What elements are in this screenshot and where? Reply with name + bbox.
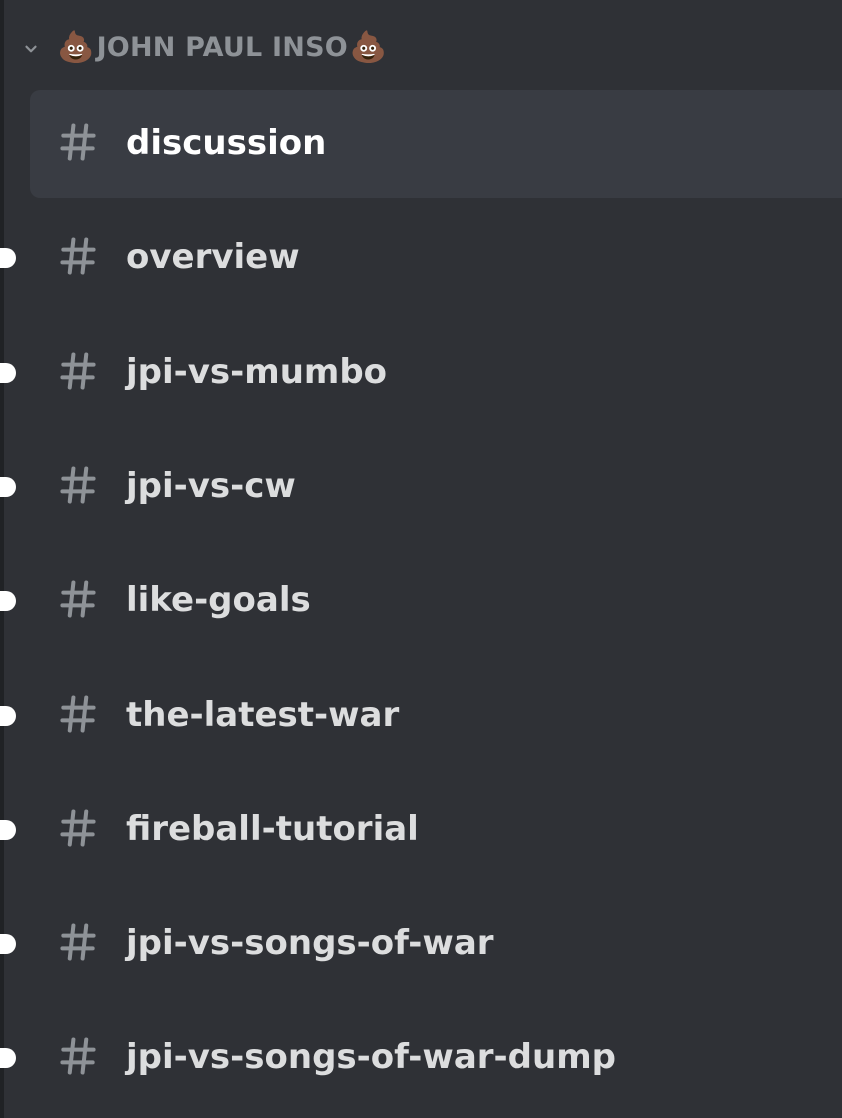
- channel-item[interactable]: discussion: [30, 90, 842, 198]
- channel-name: fireball-tutorial: [126, 808, 419, 849]
- hash-icon: [56, 234, 100, 278]
- channel-name: discussion: [126, 123, 327, 163]
- unread-indicator: [0, 819, 16, 840]
- unread-indicator: [0, 705, 16, 726]
- hash-icon-glyph: [60, 580, 96, 618]
- hash-icon-glyph: [60, 123, 96, 161]
- unread-indicator: [0, 934, 16, 955]
- hash-icon: [56, 1034, 100, 1078]
- channel-item[interactable]: the-latest-war: [0, 662, 842, 770]
- hash-icon-glyph: [60, 352, 96, 390]
- channel-name: jpi-vs-songs-of-war-dump: [126, 1037, 616, 1078]
- pile-of-poo-emoji-left: 💩: [57, 29, 95, 65]
- hash-icon-glyph: [60, 923, 96, 961]
- channel-item[interactable]: like-goals: [0, 547, 842, 655]
- pile-of-poo-emoji-right: 💩: [349, 29, 388, 65]
- category-name: JOHN PAUL INSO: [96, 32, 348, 63]
- unread-indicator: [0, 476, 16, 497]
- hash-icon-glyph: [60, 694, 96, 733]
- hash-icon: [56, 463, 100, 507]
- hash-icon: [56, 120, 100, 164]
- hash-icon-glyph: [60, 237, 96, 275]
- category-header[interactable]: 💩 JOHN PAUL INSO 💩: [0, 22, 842, 78]
- hash-icon-glyph: [60, 809, 96, 847]
- channel-name: the-latest-war: [126, 694, 400, 735]
- channel-name: overview: [126, 237, 300, 278]
- chevron-down-icon[interactable]: [22, 40, 40, 58]
- hash-icon: [56, 349, 100, 393]
- channel-item[interactable]: jpi-vs-songs-of-war-dump: [0, 1004, 842, 1112]
- hash-icon: [56, 692, 100, 736]
- channel-name: jpi-vs-cw: [126, 465, 296, 506]
- channel-item[interactable]: fireball-tutorial: [0, 776, 842, 884]
- channel-item[interactable]: jpi-vs-mumbo: [0, 319, 842, 427]
- hash-icon-glyph: [60, 1037, 96, 1075]
- unread-indicator: [0, 1048, 16, 1069]
- category-title: 💩 JOHN PAUL INSO 💩: [57, 32, 387, 63]
- hash-icon: [56, 806, 100, 850]
- unread-indicator: [0, 362, 16, 383]
- unread-indicator: [0, 248, 16, 269]
- hash-icon-glyph: [60, 466, 96, 504]
- unread-indicator: [0, 591, 16, 612]
- channel-name: like-goals: [126, 580, 311, 621]
- channel-item[interactable]: overview: [0, 204, 842, 312]
- channel-item[interactable]: jpi-vs-cw: [0, 433, 842, 541]
- hash-icon: [56, 920, 100, 964]
- channel-item[interactable]: jpi-vs-songs-of-war: [0, 890, 842, 998]
- channel-name: jpi-vs-songs-of-war: [126, 923, 494, 964]
- hash-icon: [56, 577, 100, 621]
- channel-name: jpi-vs-mumbo: [126, 351, 388, 392]
